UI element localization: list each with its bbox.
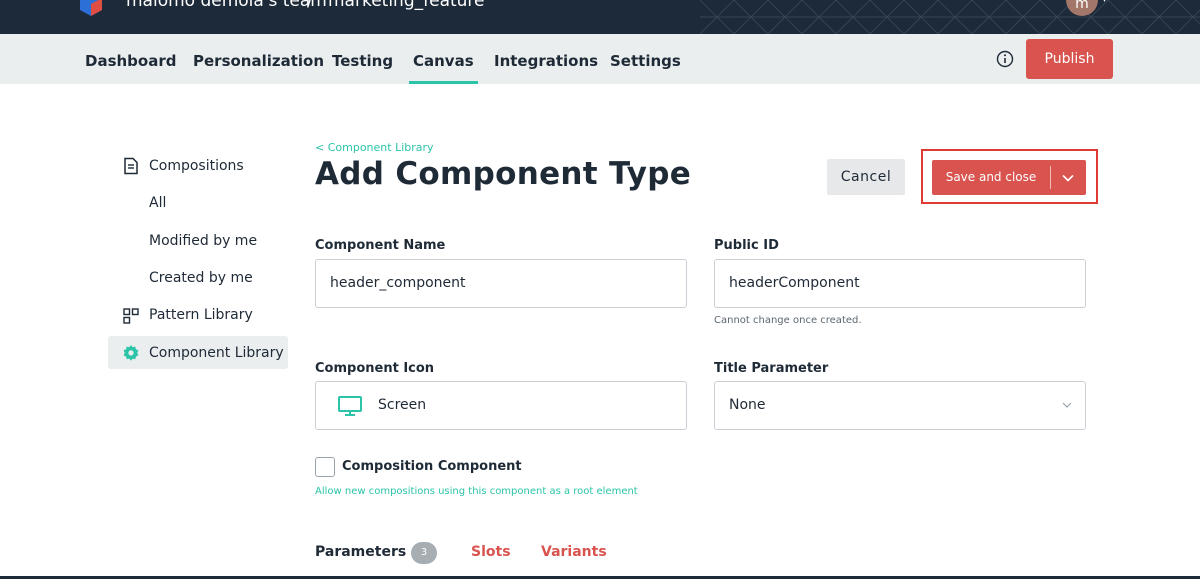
composition-component-help: Allow new compositions using this compon… (315, 486, 638, 497)
save-and-close-button[interactable]: Save and close (932, 160, 1050, 195)
nav-integrations[interactable]: Integrations (494, 52, 598, 70)
pattern-grid-icon (123, 308, 139, 324)
nav-testing[interactable]: Testing (332, 52, 393, 70)
main-nav: Dashboard Personalization Testing Canvas… (0, 34, 1200, 84)
top-bar: malomo demola's team / marketing_feature… (0, 0, 1200, 34)
team-name[interactable]: malomo demola's team (126, 0, 327, 11)
tab-variants[interactable]: Variants (541, 544, 607, 560)
component-name-label: Component Name (315, 238, 446, 253)
nav-canvas[interactable]: Canvas (409, 52, 478, 84)
save-and-close-button-group: Save and close (932, 160, 1086, 195)
public-id-label: Public ID (714, 238, 779, 253)
public-id-input[interactable]: headerComponent (714, 259, 1086, 308)
nav-dashboard[interactable]: Dashboard (85, 52, 176, 70)
component-icon-select[interactable]: Screen (315, 381, 687, 430)
chevron-down-icon (1062, 402, 1072, 408)
gear-icon (123, 345, 139, 361)
composition-component-checkbox[interactable] (315, 457, 335, 477)
monitor-icon (338, 396, 362, 416)
public-id-help: Cannot change once created. (714, 315, 862, 326)
app-logo-icon[interactable] (80, 0, 102, 16)
page-title: Add Component Type (315, 156, 692, 192)
project-name[interactable]: marketing_feature (328, 0, 485, 11)
chevron-down-icon[interactable] (1060, 170, 1076, 186)
component-name-input[interactable]: header_component (315, 259, 687, 308)
title-parameter-label: Title Parameter (714, 361, 829, 376)
composition-component-label[interactable]: Composition Component (342, 459, 522, 474)
sidebar-item-created-by-me[interactable]: Created by me (149, 270, 253, 286)
sidebar-item-modified-by-me[interactable]: Modified by me (149, 233, 257, 249)
breadcrumb-separator: / (307, 0, 313, 11)
parameters-count-badge: 3 (411, 542, 437, 564)
tab-parameters[interactable]: Parameters (315, 544, 406, 560)
component-icon-label: Component Icon (315, 361, 435, 376)
sidebar-item-component-library[interactable]: Component Library (149, 345, 284, 361)
title-parameter-select[interactable]: None (714, 381, 1086, 430)
decorative-pattern (700, 0, 1200, 34)
sidebar-item-compositions[interactable]: Compositions (149, 158, 244, 174)
breadcrumb-component-library[interactable]: < Component Library (315, 141, 434, 154)
publish-button[interactable]: Publish (1026, 39, 1113, 79)
tab-slots[interactable]: Slots (471, 544, 511, 560)
chevron-down-icon[interactable]: ▾ (1102, 0, 1107, 5)
document-icon (124, 157, 138, 175)
info-icon[interactable] (996, 50, 1014, 68)
button-divider (1050, 166, 1051, 189)
nav-personalization[interactable]: Personalization (193, 52, 324, 70)
cancel-button[interactable]: Cancel (827, 159, 905, 195)
sidebar-item-all[interactable]: All (149, 195, 166, 211)
nav-settings[interactable]: Settings (610, 52, 681, 70)
sidebar-item-pattern-library[interactable]: Pattern Library (149, 307, 253, 323)
